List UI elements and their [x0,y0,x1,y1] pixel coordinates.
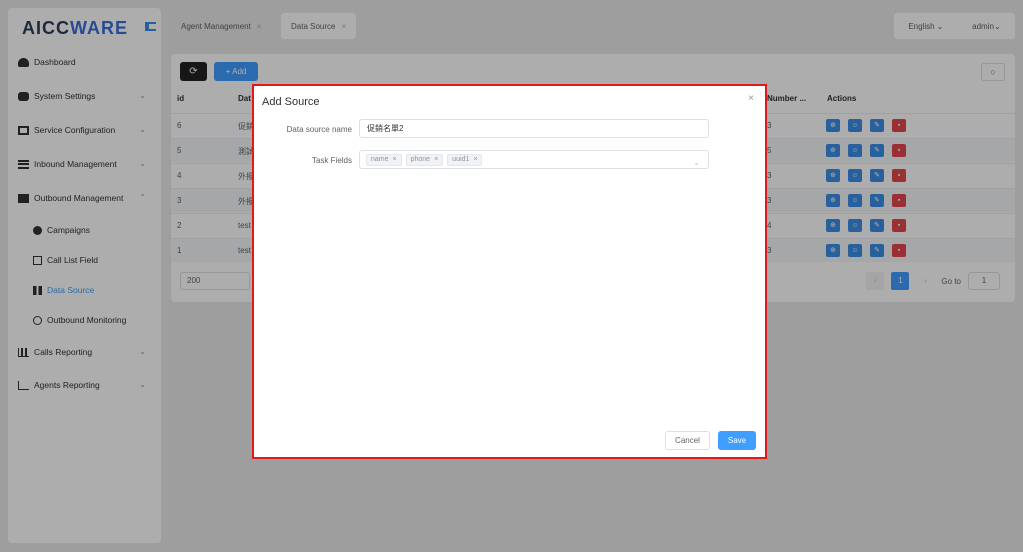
data-source-name-input[interactable]: 促銷名單2 [359,119,709,138]
tag-item: uuid1 × [447,153,483,166]
tag-label: phone [410,155,431,163]
save-button[interactable]: Save [718,431,756,450]
tag-item: phone × [405,153,444,166]
tag-label: name [371,155,389,163]
close-icon[interactable]: × [393,155,397,165]
task-fields-label: Task Fields [311,156,352,165]
close-icon[interactable]: × [434,155,438,165]
tag-label: uuid1 [452,155,470,163]
tag-list: name × phone × uuid1 × [364,151,708,168]
dialog-title: Add Source [262,96,320,108]
add-source-dialog: Add Source × Data source name 促銷名單2 Task… [252,84,767,459]
close-icon[interactable]: × [473,155,477,165]
tag-item: name × [366,153,402,166]
cancel-button[interactable]: Cancel [665,431,710,450]
task-fields-select[interactable]: name × phone × uuid1 × ⌄ [359,150,709,169]
data-source-name-label: Data source name [286,125,352,134]
close-icon[interactable]: × [748,93,754,104]
chevron-down-icon[interactable]: ⌄ [693,154,700,171]
